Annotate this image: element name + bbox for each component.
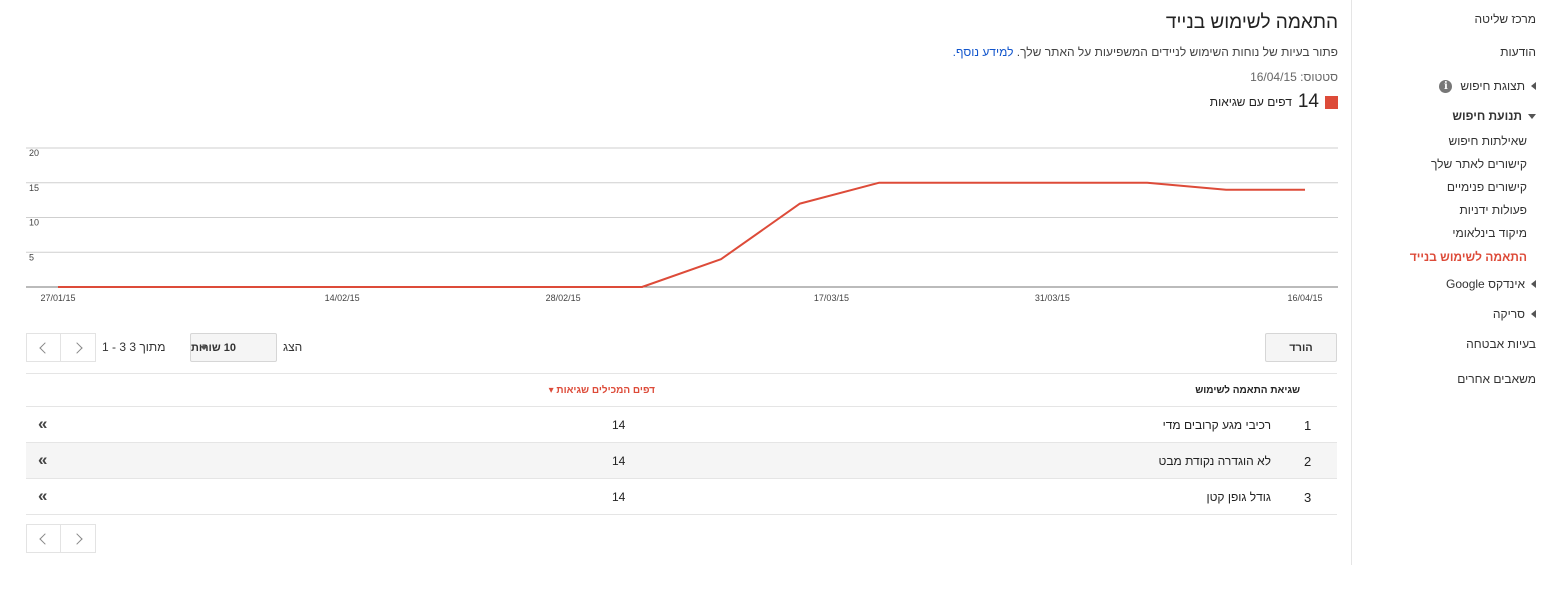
sidebar-item-label: תנועת חיפוש bbox=[1452, 109, 1522, 123]
y-tick-label: 10 bbox=[29, 218, 39, 228]
expand-arrow-icon bbox=[1531, 310, 1536, 318]
prev-page-button[interactable] bbox=[26, 333, 61, 362]
row-page-count: 14 bbox=[612, 418, 626, 432]
sidebar-item-search-appearance[interactable]: תצוגת חיפוש i bbox=[1439, 79, 1536, 93]
sidebar-item-label: מרכז שליטה bbox=[1474, 12, 1536, 26]
table-row[interactable]: 3 גודל גופן קטן 14 « bbox=[26, 479, 1337, 515]
sidebar-item-label: משאבים אחרים bbox=[1457, 372, 1536, 386]
sidebar-item-international-targeting[interactable]: מיקוד בינלאומי bbox=[1452, 226, 1527, 240]
sidebar-item-internal-links[interactable]: קישורים פנימיים bbox=[1447, 180, 1527, 194]
drilldown-icon[interactable]: « bbox=[38, 415, 48, 432]
show-label: הצג bbox=[283, 340, 303, 354]
sidebar-item-label: תצוגת חיפוש bbox=[1460, 79, 1525, 93]
chevron-left-icon bbox=[39, 532, 51, 545]
next-page-button[interactable] bbox=[61, 524, 96, 553]
table-row[interactable]: 1 רכיבי מגע קרובים מדי 14 « bbox=[26, 407, 1337, 443]
table-header: שגיאת התאמה לשימוש דפים המכילים שגיאות ▾ bbox=[26, 374, 1337, 407]
sidebar-item-label: פעולות ידניות bbox=[1459, 203, 1527, 217]
rows-per-page-select[interactable]: 10 שורות bbox=[190, 333, 277, 362]
x-tick-label: 27/01/15 bbox=[40, 293, 75, 303]
column-header-pages[interactable]: דפים המכילים שגיאות ▾ bbox=[549, 385, 655, 396]
download-button[interactable]: הורד bbox=[1265, 333, 1337, 362]
prev-page-button[interactable] bbox=[26, 524, 61, 553]
sidebar-item-google-index[interactable]: אינדקס Google bbox=[1446, 277, 1536, 291]
sidebar-item-label: קישורים לאתר שלך bbox=[1430, 157, 1527, 171]
sidebar-item-search-traffic[interactable]: תנועת חיפוש bbox=[1452, 109, 1536, 123]
row-index: 3 bbox=[1304, 490, 1312, 505]
chevron-left-icon bbox=[39, 341, 51, 354]
bottom-pager bbox=[26, 524, 96, 553]
x-tick-label: 14/02/15 bbox=[325, 293, 360, 303]
legend-swatch bbox=[1325, 95, 1338, 109]
column-header-error[interactable]: שגיאת התאמה לשימוש bbox=[1195, 385, 1300, 396]
x-tick-label: 17/03/15 bbox=[814, 293, 849, 303]
expand-arrow-icon bbox=[1531, 82, 1536, 90]
description-text: פתור בעיות של נוחות השימוש לניידים המשפי… bbox=[1016, 45, 1338, 59]
expand-arrow-icon bbox=[1531, 280, 1536, 288]
drilldown-icon[interactable]: « bbox=[38, 451, 48, 468]
sidebar-item-dashboard[interactable]: מרכז שליטה bbox=[1475, 12, 1536, 26]
sidebar-item-manual-actions[interactable]: פעולות ידניות bbox=[1460, 203, 1527, 217]
sidebar-item-other-resources[interactable]: משאבים אחרים bbox=[1457, 372, 1536, 386]
row-index: 2 bbox=[1304, 454, 1312, 469]
errors-table: שגיאת התאמה לשימוש דפים המכילים שגיאות ▾… bbox=[26, 373, 1337, 515]
next-page-button[interactable] bbox=[61, 333, 96, 362]
sidebar-item-security-issues[interactable]: בעיות אבטחה bbox=[1466, 337, 1536, 351]
page-description: פתור בעיות של נוחות השימוש לניידים המשפי… bbox=[953, 45, 1338, 59]
legend-label: דפים עם שגיאות bbox=[1209, 95, 1292, 109]
sidebar-item-search-queries[interactable]: שאילתות חיפוש bbox=[1448, 134, 1527, 148]
status-date: 16/04/15 bbox=[1250, 70, 1297, 84]
info-icon[interactable]: i bbox=[1439, 79, 1453, 93]
row-index: 1 bbox=[1304, 418, 1312, 433]
row-page-count: 14 bbox=[612, 454, 626, 468]
chart-svg: 5 10 15 20 27/01/15 14/02/15 28/02/15 17/03/15 3… bbox=[26, 147, 1338, 303]
dropdown-caret-icon bbox=[200, 346, 208, 350]
top-pager bbox=[26, 333, 96, 362]
x-tick-label: 31/03/15 bbox=[1035, 293, 1070, 303]
series-line bbox=[58, 181, 1305, 288]
chevron-right-icon bbox=[70, 341, 83, 354]
page-title: התאמה לשימוש בנייד bbox=[1165, 12, 1338, 33]
sidebar-item-messages[interactable]: הודעות bbox=[1500, 45, 1536, 59]
rows-per-page-value: 10 שורות bbox=[191, 341, 237, 354]
legend-count: 14 bbox=[1297, 91, 1319, 112]
x-tick-label: 28/02/15 bbox=[546, 293, 581, 303]
sidebar-nav: מרכז שליטה הודעות תצוגת חיפוש i תנועת חי… bbox=[1351, 0, 1551, 565]
x-tick-label: 16/04/15 bbox=[1287, 293, 1322, 303]
y-tick-label: 15 bbox=[29, 183, 39, 193]
y-tick-label: 20 bbox=[29, 148, 39, 158]
collapse-arrow-icon bbox=[1528, 113, 1536, 119]
drilldown-icon[interactable]: « bbox=[38, 487, 48, 504]
sidebar-item-label: בעיות אבטחה bbox=[1466, 337, 1536, 351]
row-error-name: רכיבי מגע קרובים מדי bbox=[1162, 418, 1271, 432]
sidebar-item-label: אינדקס Google bbox=[1446, 277, 1525, 291]
sidebar-item-label: הודעות bbox=[1500, 45, 1536, 59]
page-range-text: 1 - 3 מתוך 3 bbox=[102, 340, 166, 354]
sidebar-item-mobile-usability[interactable]: התאמה לשימוש בנייד bbox=[1410, 250, 1527, 264]
sidebar-item-label: שאילתות חיפוש bbox=[1448, 134, 1527, 148]
chart-legend[interactable]: 14 דפים עם שגיאות bbox=[1210, 91, 1338, 113]
status-label: סטטוס: bbox=[1300, 70, 1338, 84]
table-row[interactable]: 2 לא הוגדרה נקודת מבט 14 « bbox=[26, 443, 1337, 479]
y-tick-label: 5 bbox=[29, 252, 34, 262]
sidebar-item-label: סריקה bbox=[1492, 307, 1525, 321]
sidebar-item-label: התאמה לשימוש בנייד bbox=[1409, 250, 1527, 264]
sidebar-item-crawl[interactable]: סריקה bbox=[1493, 307, 1536, 321]
errors-chart: 5 10 15 20 27/01/15 14/02/15 28/02/15 17/03/15 3… bbox=[26, 140, 1338, 310]
status-line: סטטוס: 16/04/15 bbox=[1250, 70, 1338, 84]
row-page-count: 14 bbox=[612, 490, 626, 504]
row-error-name: גודל גופן קטן bbox=[1206, 490, 1271, 504]
sidebar-item-label: קישורים פנימיים bbox=[1446, 180, 1527, 194]
sidebar-item-label: מיקוד בינלאומי bbox=[1452, 226, 1527, 240]
sidebar-item-links-to-site[interactable]: קישורים לאתר שלך bbox=[1431, 157, 1527, 171]
learn-more-link[interactable]: למידע נוסף. bbox=[953, 45, 1014, 59]
row-error-name: לא הוגדרה נקודת מבט bbox=[1158, 454, 1271, 468]
chevron-right-icon bbox=[70, 532, 83, 545]
